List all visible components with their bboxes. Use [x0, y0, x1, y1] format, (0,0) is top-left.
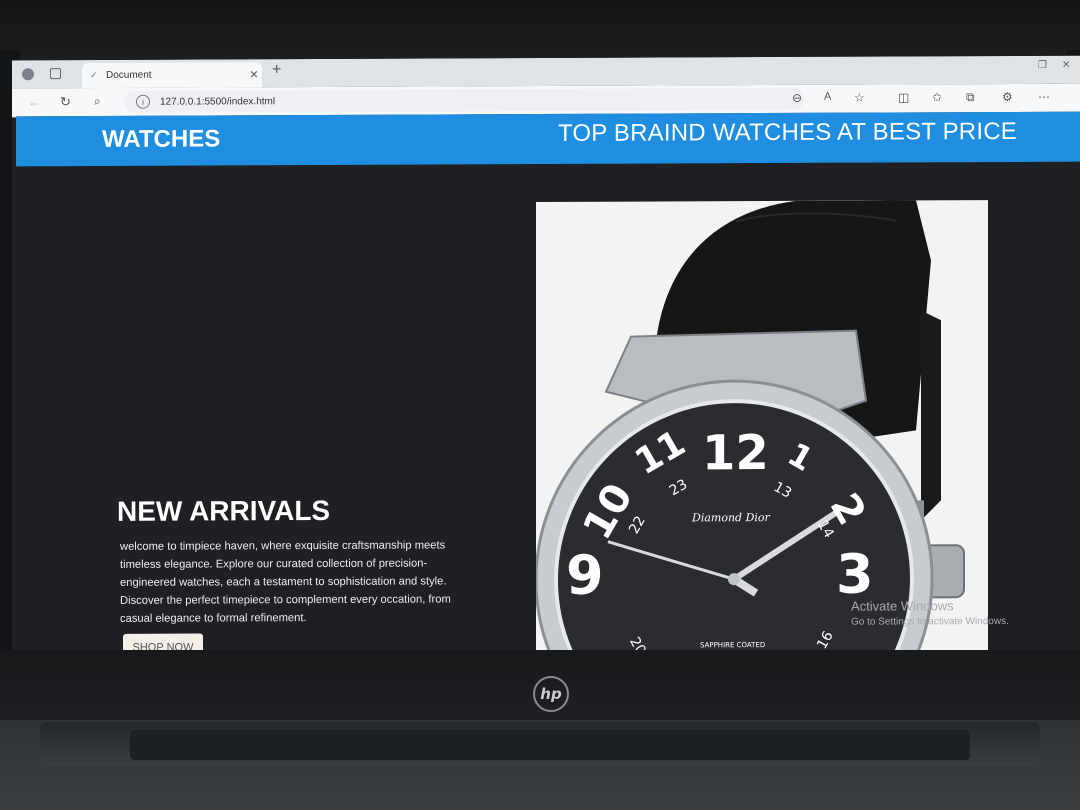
hp-logo: hp: [533, 676, 569, 712]
restore-window-icon[interactable]: ❐: [1038, 60, 1047, 71]
zoom-icon[interactable]: ⊖: [792, 91, 802, 105]
tab-title: Document: [106, 69, 152, 81]
back-arrow-icon[interactable]: ←: [28, 94, 41, 109]
site-header: WATCHES TOP BRAIND WATCHES AT BEST PRICE: [16, 111, 1080, 167]
product-image: 12 3 9 10 11 1 2 23 13 22 14 20 16 Diamo…: [536, 200, 988, 661]
laptop-hinge-bar: [130, 730, 970, 760]
read-aloud-icon[interactable]: A: [824, 91, 831, 103]
site-tagline: TOP BRAIND WATCHES AT BEST PRICE: [558, 117, 1017, 147]
hero-title: NEW ARRIVALS: [117, 494, 331, 527]
workspaces-icon[interactable]: [50, 68, 61, 80]
close-window-icon[interactable]: ✕: [1062, 60, 1070, 71]
activate-windows-title: Activate Windows: [851, 598, 954, 614]
favorite-star-icon[interactable]: ☆: [854, 91, 865, 105]
windows-activation-watermark: Activate Windows Go to Settings to activ…: [851, 598, 1009, 628]
page-favicon-icon: ✓: [90, 69, 98, 80]
new-tab-button[interactable]: +: [272, 61, 281, 79]
watch-illustration: 12 3 9 10 11 1 2 23 13 22 14 20 16 Diamo…: [536, 200, 965, 661]
web-page: WATCHES TOP BRAIND WATCHES AT BEST PRICE…: [16, 111, 1080, 661]
more-menu-icon[interactable]: ⋯: [1038, 90, 1050, 104]
refresh-icon[interactable]: ↻: [60, 94, 71, 110]
split-screen-icon[interactable]: ◫: [898, 90, 909, 104]
numeral-12: 12: [702, 425, 769, 481]
numeral-3: 3: [836, 543, 874, 606]
favorites-icon[interactable]: ✩: [932, 90, 942, 104]
watch-dial-text: SAPPHIRE COATED: [700, 641, 765, 649]
extensions-icon[interactable]: ⚙: [1002, 90, 1013, 104]
watch-strap-side: [921, 310, 941, 521]
close-tab-icon[interactable]: ✕: [246, 68, 262, 81]
laptop-screen: ✓ Document ✕ + ❐ ✕ ← ↻ ⌕ i 127.0.0.1:550…: [12, 55, 1080, 661]
collections-icon[interactable]: ⧉: [966, 90, 975, 105]
profile-icon[interactable]: [22, 68, 34, 81]
tab-document[interactable]: ✓ Document ✕: [82, 62, 262, 89]
activate-windows-subtitle: Go to Settings to activate Windows.: [851, 615, 1009, 628]
laptop-bezel-top: [0, 0, 1080, 60]
url-text: 127.0.0.1:5500/index.html: [160, 95, 276, 108]
site-logo[interactable]: WATCHES: [102, 125, 220, 154]
hero-description: welcome to timpiece haven, where exquisi…: [120, 539, 451, 625]
search-icon[interactable]: ⌕: [94, 94, 101, 109]
watch-center-pin: [728, 573, 740, 586]
site-info-icon[interactable]: i: [136, 94, 150, 109]
numeral-9: 9: [566, 544, 604, 607]
watch-brand: Diamond Dior: [691, 511, 771, 524]
address-bar[interactable]: i 127.0.0.1:5500/index.html: [124, 87, 804, 113]
